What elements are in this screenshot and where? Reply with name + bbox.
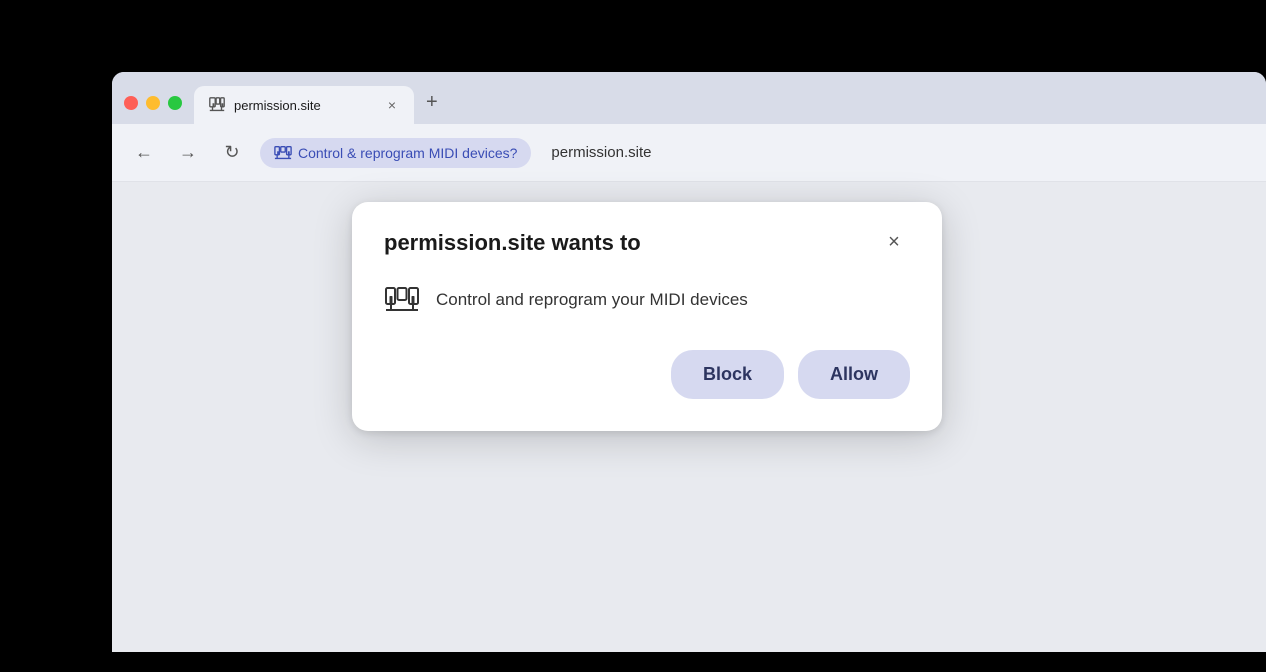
- midi-device-icon: [384, 282, 420, 318]
- permission-pill-text: Control & reprogram MIDI devices?: [298, 145, 517, 161]
- block-button[interactable]: Block: [671, 350, 784, 399]
- permission-pill-button[interactable]: Control & reprogram MIDI devices?: [260, 138, 531, 168]
- minimize-button[interactable]: [146, 96, 160, 110]
- forward-button[interactable]: →: [172, 137, 204, 169]
- back-button[interactable]: ←: [128, 137, 160, 169]
- browser-window: permission.site × + ← → ↻: [112, 72, 1266, 652]
- tab-bar: permission.site × +: [112, 72, 1266, 124]
- permission-pill-midi-icon: [274, 144, 292, 162]
- dialog-title: permission.site wants to: [384, 230, 641, 256]
- page-content: permission.site wants to × Control and r…: [112, 182, 1266, 652]
- dialog-body: Control and reprogram your MIDI devices: [384, 282, 910, 318]
- window-controls: [124, 96, 182, 124]
- reload-button[interactable]: ↻: [216, 137, 248, 169]
- permission-dialog: permission.site wants to × Control and r…: [352, 202, 942, 431]
- tab-favicon-icon: [208, 96, 226, 114]
- active-tab[interactable]: permission.site ×: [194, 86, 414, 124]
- allow-button[interactable]: Allow: [798, 350, 910, 399]
- tab-close-button[interactable]: ×: [384, 96, 400, 114]
- maximize-button[interactable]: [168, 96, 182, 110]
- tab-title: permission.site: [234, 98, 376, 113]
- dialog-description: Control and reprogram your MIDI devices: [436, 290, 748, 310]
- address-bar-text: permission.site: [551, 144, 651, 161]
- dialog-actions: Block Allow: [384, 350, 910, 399]
- close-button[interactable]: [124, 96, 138, 110]
- new-tab-button[interactable]: +: [418, 91, 446, 114]
- nav-bar: ← → ↻ Control & reprogram MIDI devices? …: [112, 124, 1266, 182]
- dialog-header: permission.site wants to ×: [384, 230, 910, 258]
- dialog-close-button[interactable]: ×: [878, 226, 910, 258]
